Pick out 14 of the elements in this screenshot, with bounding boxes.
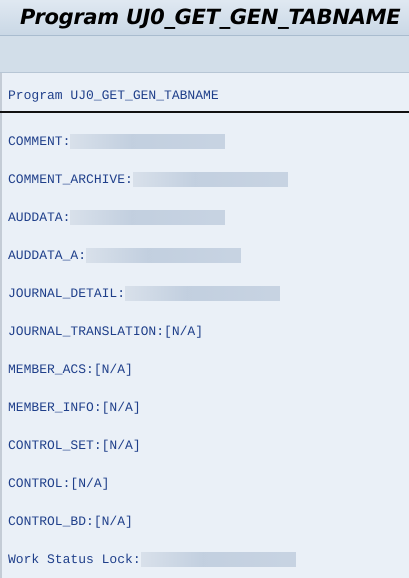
field-label: Work Status Lock: xyxy=(8,552,141,566)
field-label: AUDDATA: xyxy=(8,210,70,224)
output-line: CONTROL_BD:[N/A] xyxy=(8,514,133,528)
output-line: CONTROL:[N/A] xyxy=(8,476,110,490)
output-line: MEMBER_INFO:[N/A] xyxy=(8,400,141,414)
window-title: Program UJ0_GET_GEN_TABNAME xyxy=(20,5,400,30)
list-heading: Program UJ0_GET_GEN_TABNAME xyxy=(0,73,409,113)
field-label: COMMENT_ARCHIVE: xyxy=(8,172,133,186)
field-label: JOURNAL_DETAIL: xyxy=(8,286,126,300)
field-label: COMMENT: xyxy=(8,134,70,148)
output-line: CONTROL_SET:[N/A] xyxy=(8,438,141,452)
field-label: AUDDATA_A: xyxy=(8,248,86,262)
output-line: JOURNAL_TRANSLATION:[N/A] xyxy=(8,324,204,338)
output-line: MEMBER_ACS:[N/A] xyxy=(8,362,133,376)
